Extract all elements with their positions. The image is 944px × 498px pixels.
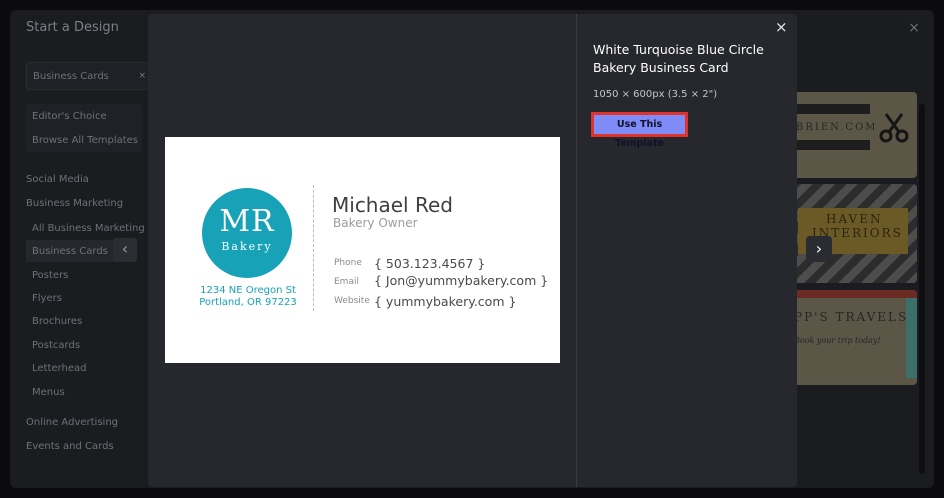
thumb-text: Book your trip today! bbox=[794, 336, 881, 345]
thumb-text: PP'S TRAVELS bbox=[794, 310, 909, 324]
email-value: { Jon@yummybakery.com } bbox=[374, 273, 549, 288]
phone-label: Phone bbox=[334, 258, 362, 268]
logo-initials: MR bbox=[219, 204, 275, 239]
sidebar-subitem-menus[interactable]: Menus bbox=[32, 387, 65, 398]
panel-close-icon[interactable]: × bbox=[908, 20, 920, 36]
sidebar-subitem-business-cards[interactable]: Business Cards bbox=[32, 246, 108, 257]
thumb-stripe bbox=[790, 104, 870, 114]
template-size: 1050 × 600px (3.5 × 2") bbox=[593, 89, 718, 100]
thumb-text: BRIEN.COM bbox=[796, 122, 878, 133]
thumb-logo-box bbox=[874, 108, 914, 148]
email-label: Email bbox=[334, 277, 359, 287]
sidebar-subitem-letterhead[interactable]: Letterhead bbox=[32, 363, 86, 374]
sidebar-subitem-flyers[interactable]: Flyers bbox=[32, 293, 62, 304]
page: Start a Design × Business Cards × Editor… bbox=[0, 0, 944, 498]
scissors-icon bbox=[879, 113, 909, 143]
website-value: { yummybakery.com } bbox=[374, 294, 517, 309]
address-line-1: 1234 NE Oregon St bbox=[200, 285, 296, 296]
thumb-stripe bbox=[790, 140, 870, 150]
template-title: White Turquoise Blue Circle Bakery Busin… bbox=[593, 42, 764, 75]
phone-value: { 503.123.4567 } bbox=[374, 256, 486, 271]
clear-search-icon[interactable]: × bbox=[138, 71, 146, 81]
sidebar-item-social-media[interactable]: Social Media bbox=[26, 174, 89, 185]
use-this-template-label: Use This Template bbox=[614, 119, 664, 149]
logo-word: Bakery bbox=[221, 240, 273, 253]
search-input[interactable]: Business Cards × bbox=[26, 62, 152, 90]
sidebar-subitem-brochures[interactable]: Brochures bbox=[32, 316, 82, 327]
template-thumbnail[interactable]: PP'S TRAVELS Book your trip today! bbox=[790, 290, 917, 385]
carousel-prev-button[interactable]: ‹ bbox=[113, 238, 137, 262]
use-this-template-button[interactable]: Use This Template bbox=[591, 112, 688, 149]
bakery-logo: MR Bakery bbox=[202, 188, 292, 278]
sidebar-item-events-and-cards[interactable]: Events and Cards bbox=[26, 441, 114, 452]
sidebar-subitem-posters[interactable]: Posters bbox=[32, 270, 68, 281]
card-name: Michael Red bbox=[332, 193, 453, 217]
scrollbar[interactable] bbox=[919, 104, 925, 474]
sidebar-item-business-marketing[interactable]: Business Marketing bbox=[26, 198, 123, 209]
template-thumbnail[interactable]: HAVEN INTERIORS bbox=[790, 184, 917, 283]
business-card-preview: MR Bakery 1234 NE Oregon St Portland, OR… bbox=[165, 137, 560, 363]
thumb-stripe bbox=[790, 290, 917, 298]
search-value: Business Cards bbox=[33, 71, 109, 82]
carousel-next-button[interactable]: › bbox=[806, 236, 832, 262]
sidebar-item-browse-all[interactable]: Browse All Templates bbox=[32, 135, 138, 146]
thumb-stripe bbox=[906, 298, 917, 378]
website-label: Website bbox=[334, 296, 370, 306]
sidebar-subitem-all-business-marketing[interactable]: All Business Marketing bbox=[32, 223, 145, 234]
sidebar-item-editors-choice[interactable]: Editor's Choice bbox=[32, 111, 107, 122]
modal-close-icon[interactable]: × bbox=[775, 18, 788, 36]
thumb-text: HAVEN bbox=[826, 212, 883, 226]
card-divider bbox=[313, 185, 314, 311]
sidebar-item-online-advertising[interactable]: Online Advertising bbox=[26, 417, 118, 428]
sidebar-subitem-postcards[interactable]: Postcards bbox=[32, 340, 80, 351]
modal-divider bbox=[576, 14, 577, 487]
template-thumbnail[interactable]: BRIEN.COM bbox=[790, 92, 917, 178]
address-line-2: Portland, OR 97223 bbox=[199, 297, 297, 308]
card-role: Bakery Owner bbox=[333, 216, 418, 230]
panel-title: Start a Design bbox=[26, 20, 119, 35]
